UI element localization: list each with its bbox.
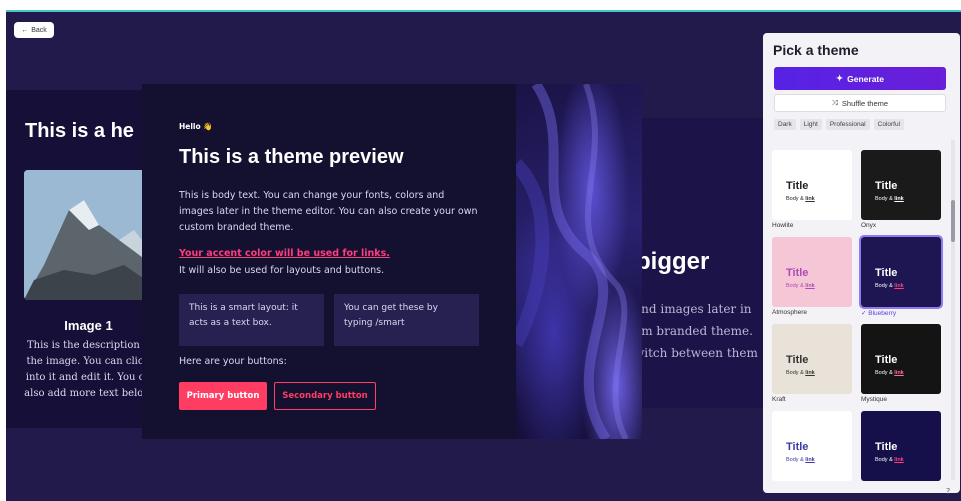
shuffle-label: Shuffle theme — [841, 98, 889, 108]
right-card-line: and images later in — [634, 302, 752, 316]
thumb-link: link — [805, 196, 815, 202]
generate-label: Generate — [847, 73, 884, 84]
thumb-title: Title — [875, 267, 898, 279]
theme-name: Onyx — [861, 222, 877, 229]
theme-filters: Dark Light Professional Colorful — [774, 119, 905, 130]
filter-chip[interactable]: Light — [799, 119, 822, 130]
preview-card-right: bigger and images later in om branded th… — [626, 118, 766, 408]
right-card-heading: bigger — [636, 248, 710, 275]
theme-thumbnail: Title Body & link — [861, 411, 941, 481]
right-card-text: and images later in om branded theme. wi… — [634, 298, 758, 364]
thumb-title: Title — [786, 354, 809, 366]
thumb-body: Body & link — [786, 283, 815, 289]
theme-option[interactable]: Title Body & link — [861, 411, 941, 483]
thumb-title: Title — [786, 441, 809, 453]
description-line: the image. You can click — [26, 356, 150, 367]
mountain-image — [24, 170, 146, 300]
buttons-label: Here are your buttons: — [179, 356, 287, 367]
abstract-swirl-image — [509, 84, 642, 439]
smart-layout-box: This is a smart layout: it acts as a tex… — [179, 294, 324, 346]
right-card-line: om branded theme. — [634, 324, 753, 338]
theme-name: Howlite — [772, 222, 794, 229]
theme-thumbnail: Title Body & link — [772, 411, 852, 481]
thumb-link: link — [805, 457, 815, 463]
thumb-title: Title — [786, 267, 809, 279]
accent-subtext: It will also be used for layouts and but… — [179, 265, 385, 276]
preview-title: This is a theme preview — [179, 146, 404, 168]
thumb-body: Body & link — [786, 370, 815, 376]
shuffle-theme-button[interactable]: ⤨ Shuffle theme — [774, 94, 946, 112]
image-description: This is the description o the image. You… — [20, 338, 156, 402]
theme-name: ✓ Blueberry — [861, 310, 897, 317]
sparkle-icon: ✦ — [836, 73, 844, 83]
preview-card-left: This is a he Image 1 This is the descrip… — [6, 90, 156, 428]
theme-option[interactable]: Title Body & link Howlite — [772, 150, 852, 229]
shuffle-icon: ⤨ — [831, 98, 838, 107]
thumb-link: link — [894, 370, 904, 376]
theme-name: Atmosphere — [772, 309, 808, 316]
theme-option[interactable]: Title Body & link — [772, 411, 852, 483]
scrollbar-thumb[interactable] — [951, 200, 955, 242]
description-line: into it and edit it. You ca — [25, 372, 151, 383]
theme-option[interactable]: Title Body & link Atmosphere — [772, 237, 852, 316]
theme-picker-panel: Pick a theme ✦ Generate ⤨ Shuffle theme … — [763, 33, 960, 493]
help-icon[interactable]: ? — [946, 487, 950, 496]
theme-name: Mystique — [861, 396, 888, 403]
filter-chip[interactable]: Dark — [774, 119, 796, 130]
theme-option[interactable]: Title Body & link Mystique — [861, 324, 941, 403]
smart-layout-box: You can get these by typing /smart — [334, 294, 479, 346]
hello-text: Hello 👋 — [179, 122, 213, 131]
thumb-title: Title — [875, 354, 898, 366]
thumb-link: link — [894, 457, 904, 463]
theme-option[interactable]: Title Body & link Kraft — [772, 324, 852, 403]
theme-thumbnail: Title Body & link — [772, 237, 852, 307]
thumb-body: Body & link — [875, 370, 904, 376]
theme-thumbnail: Title Body & link — [772, 150, 852, 220]
thumb-link: link — [894, 283, 904, 289]
thumb-title: Title — [875, 441, 898, 453]
filter-chip[interactable]: Professional — [825, 119, 870, 130]
preview-body-text: This is body text. You can change your f… — [179, 190, 478, 233]
thumb-title: Title — [875, 180, 898, 192]
thumb-body: Body & link — [875, 283, 904, 289]
secondary-button[interactable]: Secondary button — [274, 382, 376, 410]
description-line: This is the description o — [27, 340, 149, 351]
thumb-body: Body & link — [875, 457, 904, 463]
scrollbar-track[interactable] — [951, 140, 955, 480]
panel-title: Pick a theme — [773, 42, 859, 58]
left-card-heading: This is a he — [25, 120, 134, 142]
theme-thumbnail: Title Body & link — [859, 235, 943, 309]
thumb-body: Body & link — [875, 196, 904, 202]
theme-name: Kraft — [772, 396, 786, 403]
description-line: also add more text below — [24, 388, 152, 399]
accent-link[interactable]: Your accent color will be used for links… — [179, 248, 390, 259]
theme-option-selected[interactable]: Title Body & link ✓ Blueberry — [859, 235, 943, 317]
theme-option[interactable]: Title Body & link Onyx — [861, 150, 941, 229]
theme-preview-card: Hello 👋 This is a theme preview This is … — [142, 84, 642, 439]
thumb-title: Title — [786, 180, 809, 192]
theme-thumbnail: Title Body & link — [772, 324, 852, 394]
back-label: Back — [31, 26, 47, 34]
right-card-line: witch between them — [634, 346, 758, 360]
generate-button[interactable]: ✦ Generate — [774, 67, 946, 90]
thumb-link: link — [894, 196, 904, 202]
thumb-body: Body & link — [786, 457, 815, 463]
primary-button[interactable]: Primary button — [179, 382, 267, 410]
thumb-body: Body & link — [786, 196, 815, 202]
theme-thumbnail: Title Body & link — [861, 324, 941, 394]
arrow-left-icon: ← — [21, 26, 29, 34]
theme-thumbnail: Title Body & link — [861, 150, 941, 220]
thumb-link: link — [805, 283, 815, 289]
back-button[interactable]: ← Back — [14, 22, 54, 38]
filter-chip[interactable]: Colorful — [873, 119, 905, 130]
thumb-link: link — [805, 370, 815, 376]
